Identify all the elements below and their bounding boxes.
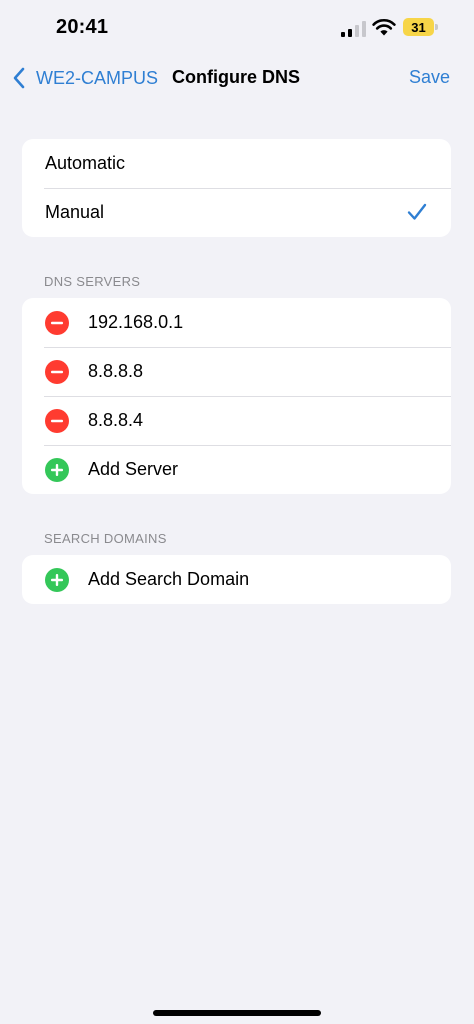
search-domains-header: SEARCH DOMAINS: [44, 531, 167, 546]
dns-server-row[interactable]: 8.8.8.4: [22, 396, 451, 445]
status-bar: 20:41 31: [0, 0, 474, 56]
checkmark-icon: [407, 203, 427, 220]
delete-icon[interactable]: [45, 408, 69, 433]
battery-icon: 31: [403, 18, 438, 36]
dns-mode-group: Automatic Manual: [22, 139, 451, 237]
option-manual[interactable]: Manual: [22, 188, 451, 237]
add-server-row[interactable]: Add Server: [22, 445, 451, 494]
add-server-label: Add Server: [88, 459, 179, 479]
dns-server-address: 8.8.8.8: [88, 361, 144, 381]
page-title: Configure DNS: [172, 67, 300, 87]
dns-server-address: 192.168.0.1: [88, 312, 184, 332]
option-automatic[interactable]: Automatic: [22, 139, 451, 188]
save-button[interactable]: Save: [409, 67, 450, 88]
dns-servers-header: DNS SERVERS: [44, 274, 141, 289]
back-label: WE2-CAMPUS: [36, 67, 159, 88]
status-time: 20:41: [56, 16, 109, 38]
battery-level: 31: [411, 19, 426, 35]
cellular-signal-icon: [341, 21, 366, 37]
dns-server-row[interactable]: 192.168.0.1: [22, 298, 451, 347]
navigation-bar: WE2-CAMPUS Configure DNS Save: [0, 56, 474, 100]
dns-servers-group: 192.168.0.1 8.8.8.8 8.8.8.4 Add Server: [22, 298, 451, 494]
search-domains-group: Add Search Domain: [22, 555, 451, 604]
dns-server-address: 8.8.8.4: [88, 410, 144, 430]
delete-icon[interactable]: [45, 310, 69, 335]
add-search-domain-row[interactable]: Add Search Domain: [22, 555, 451, 604]
add-icon[interactable]: [45, 567, 69, 592]
chevron-left-icon: [13, 67, 25, 89]
delete-icon[interactable]: [45, 359, 69, 384]
home-indicator[interactable]: [153, 1010, 321, 1016]
option-automatic-label: Automatic: [45, 153, 126, 173]
add-search-domain-label: Add Search Domain: [88, 569, 250, 589]
dns-server-row[interactable]: 8.8.8.8: [22, 347, 451, 396]
back-button[interactable]: WE2-CAMPUS: [12, 64, 158, 92]
configure-dns-screen: 20:41 31 WE2-CAMPUS Configure DNS Save A…: [0, 0, 474, 1024]
option-manual-label: Manual: [45, 202, 105, 222]
add-icon[interactable]: [45, 457, 69, 482]
wifi-icon: [372, 18, 396, 36]
